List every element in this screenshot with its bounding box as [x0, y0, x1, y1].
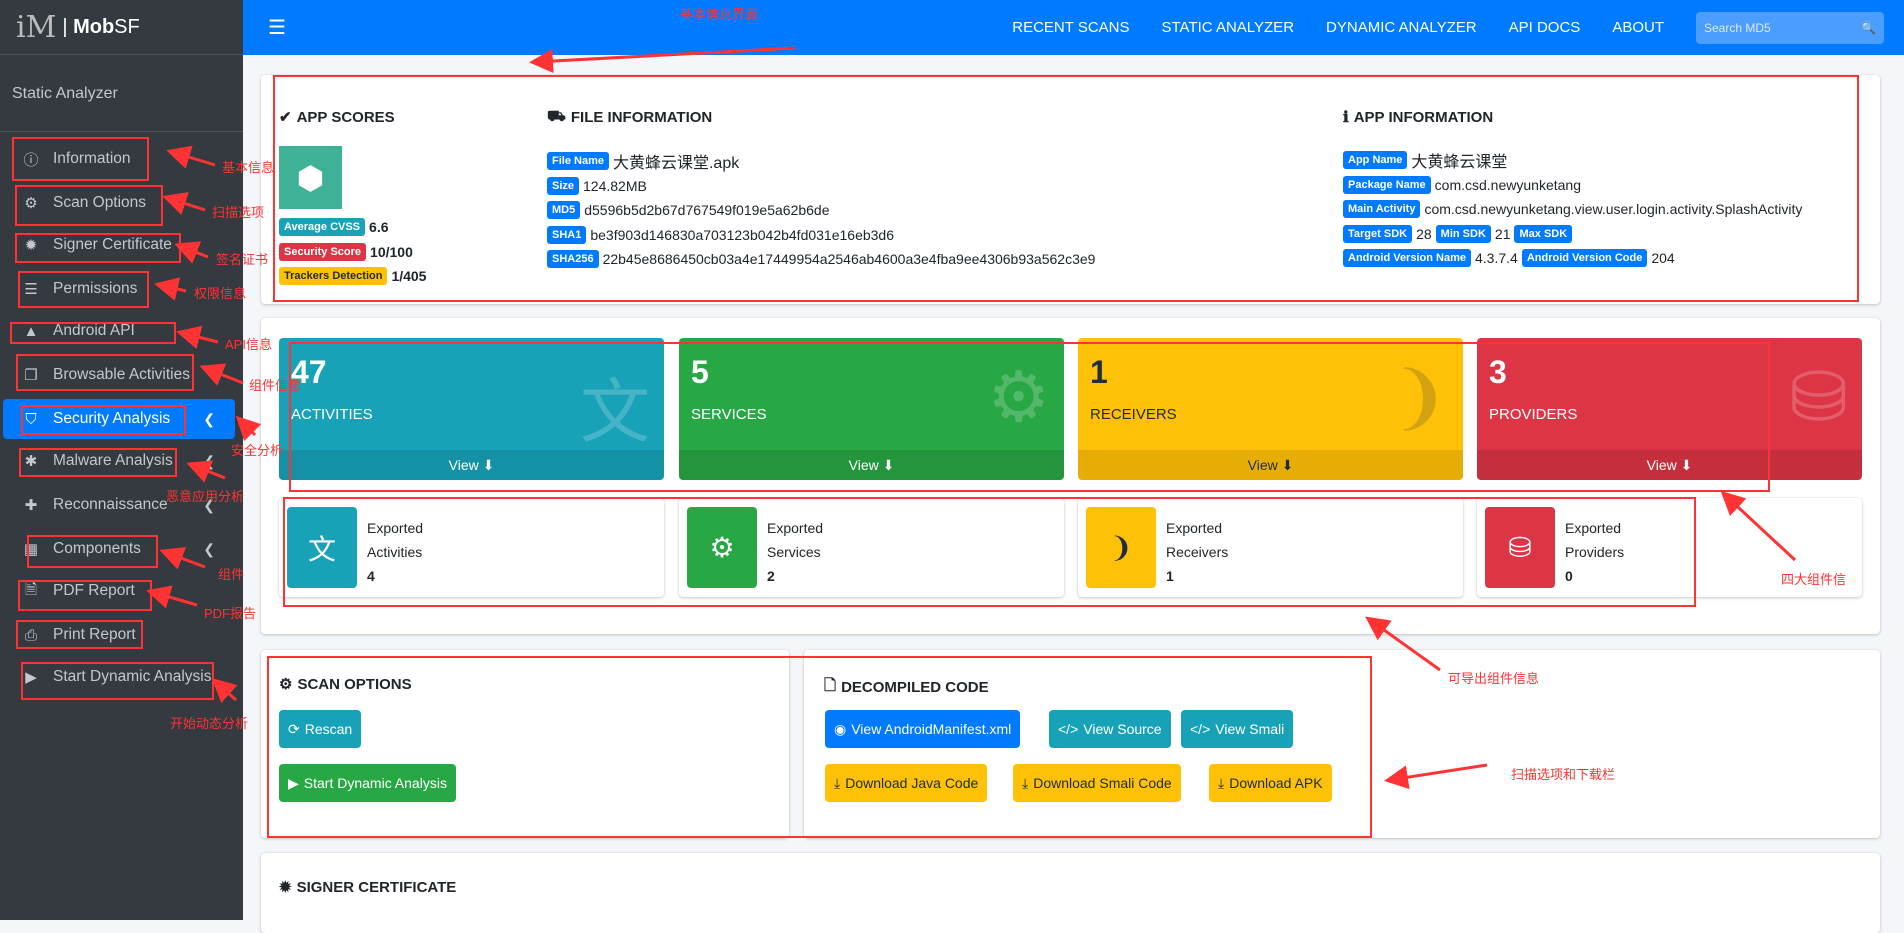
annotation-box: [15, 185, 163, 226]
annotation-label: 开始动态分析: [170, 716, 249, 731]
annotation-box: [283, 497, 1696, 607]
signer-certificate-card: ✹ SIGNER CERTIFICATE: [261, 853, 1880, 933]
nav-dynamic-analyzer[interactable]: DYNAMIC ANALYZER: [1326, 19, 1477, 36]
hamburger-menu-icon[interactable]: ☰: [268, 15, 286, 40]
annotation-label: 扫描选项: [212, 205, 265, 220]
annotation-label: 基本信息界面: [680, 7, 759, 22]
top-navbar: ☰ RECENT SCANS STATIC ANALYZER DYNAMIC A…: [243, 0, 1904, 55]
sidebar-section-title: Static Analyzer: [0, 55, 243, 132]
chevron-left-icon: ❮: [203, 452, 215, 469]
annotation-label: 组件: [218, 567, 245, 582]
annotation-label: 可导出组件信息: [1448, 671, 1540, 686]
annotation-label: 组件信息: [249, 378, 302, 393]
annotation-box: [27, 535, 158, 568]
certificate-icon: ✹: [279, 879, 292, 896]
annotation-box: [21, 662, 214, 700]
annotation-label: 基本信息: [222, 160, 275, 175]
annotation-label: 扫描选项和下载栏: [1511, 767, 1616, 782]
search-input[interactable]: Search MD5 🔍: [1696, 11, 1884, 44]
nav-static-analyzer[interactable]: STATIC ANALYZER: [1162, 19, 1295, 36]
chevron-left-icon: ❮: [203, 410, 215, 427]
annotation-box: [21, 405, 186, 435]
nav-about[interactable]: ABOUT: [1612, 19, 1664, 36]
annotation-label: PDF报告: [204, 606, 257, 621]
annotation-box: [10, 322, 176, 344]
nav-recent-scans[interactable]: RECENT SCANS: [1012, 19, 1129, 36]
annotation-box: [12, 137, 149, 181]
chevron-left-icon: ❮: [203, 540, 215, 557]
annotation-box: [267, 656, 1372, 838]
plus-icon: ✚: [24, 497, 38, 514]
annotation-label: 恶意应用分析: [166, 489, 245, 504]
annotation-label: 安全分析: [231, 443, 284, 458]
annotation-box: [18, 580, 152, 611]
annotation-box: [273, 75, 1859, 302]
annotation-box: [16, 354, 194, 391]
search-icon[interactable]: 🔍: [1861, 21, 1876, 35]
annotation-label: 四大组件信: [1781, 572, 1847, 587]
annotation-box: [18, 271, 149, 308]
annotation-box: [15, 233, 181, 263]
mobsf-logo-icon: iM: [16, 9, 57, 45]
annotation-label: API信息: [225, 337, 272, 352]
annotation-box: [16, 620, 143, 649]
annotation-box: [289, 342, 1770, 492]
annotation-box: [19, 448, 177, 477]
nav-api-docs[interactable]: API DOCS: [1509, 19, 1581, 36]
annotation-label: 签名证书: [216, 252, 269, 267]
annotation-label: 权限信息: [194, 286, 247, 301]
brand[interactable]: iM | Mob SF: [0, 0, 243, 55]
database-icon: ⛁: [1789, 358, 1848, 436]
